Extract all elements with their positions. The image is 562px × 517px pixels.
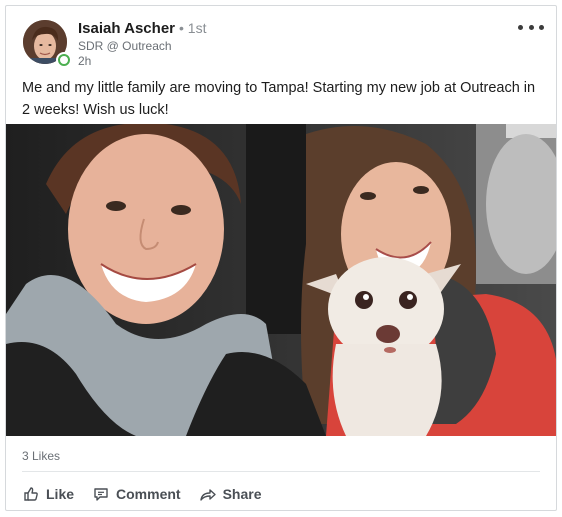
actions-divider: [22, 471, 540, 472]
comment-icon: [92, 485, 110, 503]
share-label: Share: [222, 486, 262, 502]
more-icon[interactable]: [518, 20, 544, 34]
post-photo[interactable]: [6, 124, 556, 436]
connection-degree: • 1st: [179, 20, 207, 36]
like-button[interactable]: Like: [22, 485, 74, 503]
comment-button[interactable]: Comment: [92, 485, 181, 503]
thumbs-up-icon: [22, 485, 40, 503]
author-name[interactable]: Isaiah Ascher: [78, 20, 175, 37]
author-name-line: Isaiah Ascher • 1st: [78, 20, 206, 37]
likes-count[interactable]: 3 Likes: [22, 449, 60, 463]
post-timestamp: 2h: [78, 54, 92, 68]
author-headline: SDR @ Outreach: [78, 39, 172, 53]
post-text: Me and my little family are moving to Ta…: [22, 80, 536, 118]
post-header: Isaiah Ascher • 1st SDR @ Outreach 2h: [6, 6, 556, 76]
like-label: Like: [46, 486, 75, 502]
share-icon: [199, 485, 217, 503]
post-card: Isaiah Ascher • 1st SDR @ Outreach 2h Me …: [5, 5, 557, 511]
author-avatar[interactable]: [23, 20, 72, 68]
post-actions: Like Comment Share: [22, 482, 280, 506]
comment-label: Comment: [116, 486, 181, 502]
share-button[interactable]: Share: [199, 485, 262, 503]
online-status-indicator: [56, 52, 72, 68]
